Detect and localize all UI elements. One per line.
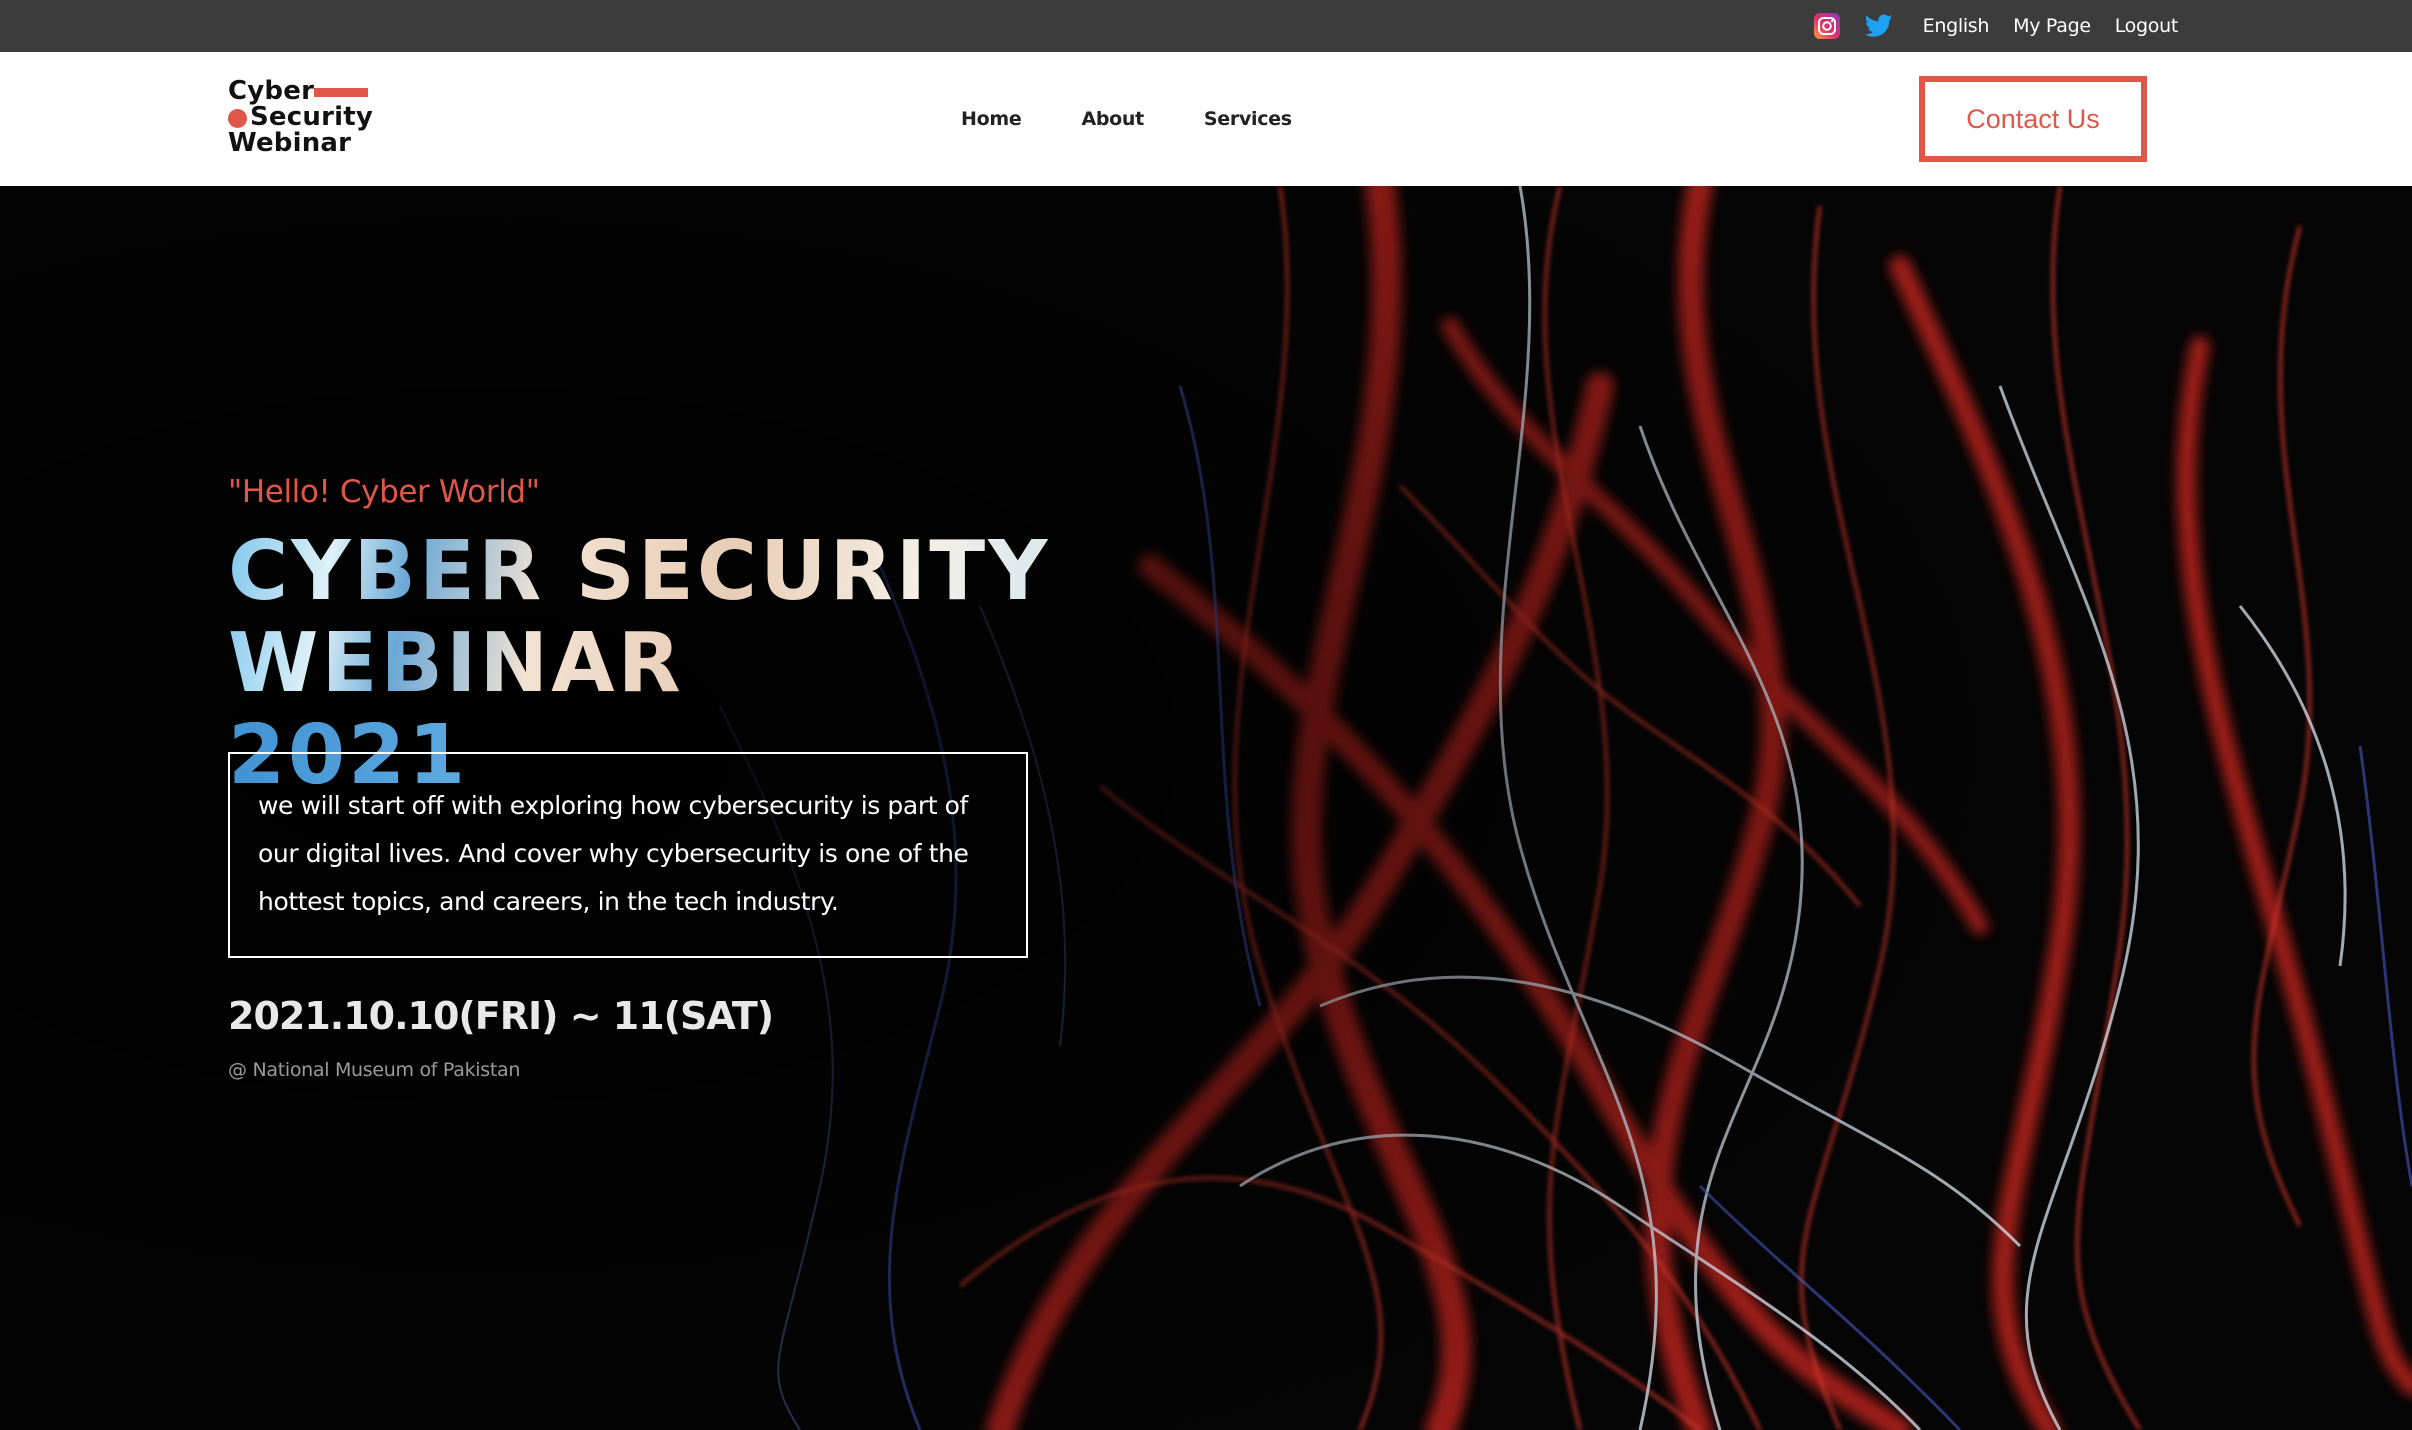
logo-accent-bar (314, 88, 368, 97)
my-page-link[interactable]: My Page (2013, 15, 2091, 37)
logo-text-webinar: Webinar (228, 128, 352, 158)
utility-bar: English My Page Logout (0, 0, 2412, 52)
logo-accent-dot (228, 109, 247, 128)
site-header: Cyber Security Webinar Home About Servic… (0, 52, 2412, 186)
logo-text-cyber: Cyber (228, 76, 315, 106)
nav-home[interactable]: Home (961, 108, 1022, 130)
event-venue: @ National Museum of Pakistan (228, 1059, 521, 1081)
hero-title-line: CYBER SECURITY WEBINAR (228, 524, 1051, 711)
hero-tagline: "Hello! Cyber World" (228, 474, 540, 510)
twitter-icon[interactable] (1864, 12, 1893, 40)
event-date: 2021.10.10(FRI) ~ 11(SAT) (228, 994, 774, 1038)
hero-section: "Hello! Cyber World" CYBER SECURITY WEBI… (0, 186, 2412, 1430)
nav-about[interactable]: About (1081, 108, 1144, 130)
site-logo[interactable]: Cyber Security Webinar (228, 76, 378, 160)
logo-text-security: Security (250, 102, 373, 132)
logout-link[interactable]: Logout (2115, 15, 2179, 37)
contact-us-button[interactable]: Contact Us (1919, 76, 2147, 162)
nav-services[interactable]: Services (1204, 108, 1292, 130)
description-box: we will start off with exploring how cyb… (228, 752, 1028, 958)
description-text: we will start off with exploring how cyb… (258, 791, 969, 916)
instagram-icon[interactable] (1813, 12, 1841, 40)
language-link[interactable]: English (1923, 15, 1990, 37)
main-nav: Home About Services (961, 52, 1292, 186)
utility-links: English My Page Logout (1813, 0, 2178, 52)
